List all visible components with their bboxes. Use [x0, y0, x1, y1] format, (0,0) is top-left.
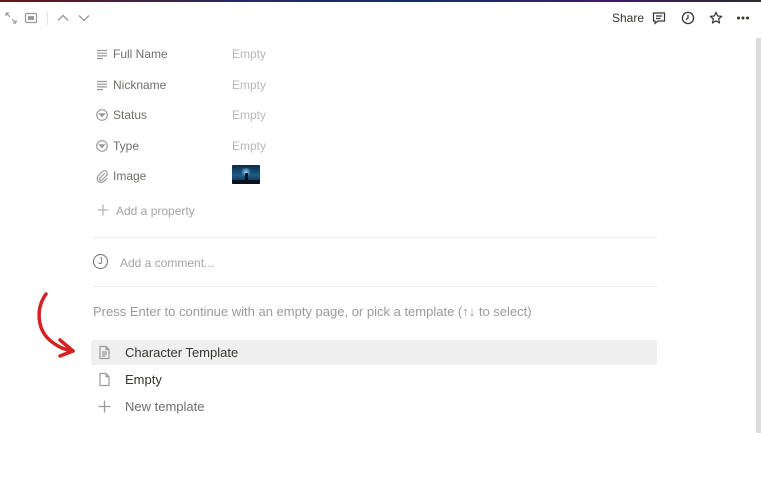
paperclip-icon: [95, 169, 109, 183]
divider: [93, 237, 657, 238]
property-full-name[interactable]: Full Name Empty: [93, 44, 653, 64]
image-thumbnail[interactable]: [232, 165, 260, 184]
add-property-label: Add a property: [116, 204, 195, 218]
new-template-button[interactable]: New template: [91, 394, 657, 419]
comment-row[interactable]: J Add a comment...: [93, 253, 493, 273]
template-label: Empty: [125, 372, 162, 387]
template-label: New template: [125, 399, 205, 414]
scrollbar[interactable]: [756, 38, 761, 433]
blank-page-icon: [97, 372, 112, 387]
plus-icon: [96, 203, 110, 217]
plus-icon: [97, 399, 112, 414]
property-type[interactable]: Type Empty: [93, 136, 653, 156]
annotation-arrow: [30, 290, 85, 360]
template-label: Character Template: [125, 345, 239, 360]
property-value[interactable]: Empty: [232, 78, 266, 92]
property-label: Full Name: [113, 47, 168, 61]
document-icon: [97, 345, 112, 360]
peek-mode-icon[interactable]: [24, 11, 38, 25]
add-property-button[interactable]: Add a property: [96, 203, 296, 219]
property-value[interactable]: Empty: [232, 139, 266, 153]
property-value[interactable]: Empty: [232, 108, 266, 122]
star-icon[interactable]: [709, 11, 723, 25]
property-label: Nickname: [113, 78, 167, 92]
comment-icon[interactable]: [652, 11, 666, 25]
header-divider: [47, 12, 48, 25]
chevron-up-icon[interactable]: [56, 11, 70, 25]
select-icon: [95, 108, 109, 122]
expand-icon[interactable]: [4, 11, 18, 25]
property-label: Status: [113, 108, 148, 122]
clock-icon[interactable]: [681, 11, 695, 25]
share-button[interactable]: Share: [612, 11, 644, 25]
text-lines-icon: [95, 78, 109, 92]
property-status[interactable]: Status Empty: [93, 105, 653, 125]
select-icon: [95, 139, 109, 153]
property-image[interactable]: Image: [93, 165, 653, 186]
text-lines-icon: [95, 47, 109, 61]
page-header: Share: [0, 2, 761, 34]
more-icon[interactable]: [736, 11, 750, 25]
template-hint: Press Enter to continue with an empty pa…: [93, 304, 532, 319]
property-label: Type: [113, 139, 140, 153]
property-label: Image: [113, 169, 147, 183]
template-item-empty[interactable]: Empty: [91, 367, 657, 392]
avatar: J: [93, 254, 108, 269]
template-item-character[interactable]: Character Template: [91, 340, 657, 365]
divider: [93, 286, 657, 287]
property-value[interactable]: Empty: [232, 47, 266, 61]
property-nickname[interactable]: Nickname Empty: [93, 75, 653, 95]
comment-input[interactable]: Add a comment...: [120, 256, 214, 270]
chevron-down-icon[interactable]: [77, 11, 91, 25]
